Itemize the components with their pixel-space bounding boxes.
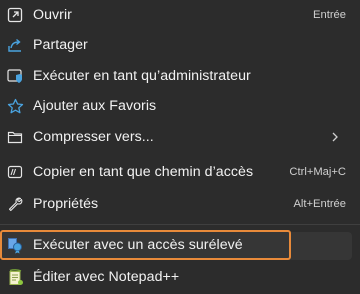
- menu-item-shortcut: Entrée: [313, 9, 346, 21]
- menu-item-label: Copier en tant que chemin d’accès: [33, 164, 254, 180]
- focus-outline: [0, 230, 291, 260]
- menu-item-label: Exécuter en tant qu’administrateur: [33, 68, 251, 84]
- menu-item-label: Éditer avec Notepad++: [33, 269, 180, 285]
- menu-item-add-favorites[interactable]: Ajouter aux Favoris: [0, 91, 356, 121]
- menu-item-compress[interactable]: Compresser vers...: [0, 122, 356, 152]
- menu-item-shortcut: Alt+Entrée: [293, 198, 346, 210]
- copy-path-icon: [6, 163, 24, 181]
- notepad-plus-plus-icon: [6, 268, 24, 286]
- menu-item-shortcut: Ctrl+Maj+C: [289, 166, 346, 178]
- menu-item-label: Partager: [33, 37, 88, 53]
- star-icon: [6, 97, 24, 115]
- open-icon: [6, 6, 24, 24]
- menu-item-label: Propriétés: [33, 196, 99, 212]
- menu-item-properties[interactable]: Propriétés Alt+Entrée: [0, 189, 356, 219]
- share-icon: [6, 36, 24, 54]
- wrench-icon: [6, 195, 24, 213]
- chevron-right-icon: [330, 131, 340, 143]
- zip-folder-icon: [6, 128, 24, 146]
- menu-item-label: Ajouter aux Favoris: [33, 98, 157, 114]
- menu-item-copy-path[interactable]: Copier en tant que chemin d’accès Ctrl+M…: [0, 157, 356, 187]
- menu-item-share[interactable]: Partager: [0, 30, 356, 60]
- menu-item-run-as-admin[interactable]: Exécuter en tant qu’administrateur: [0, 61, 356, 91]
- context-menu: Ouvrir Entrée Partager Exécuter en tant …: [0, 0, 360, 294]
- menu-item-label: Ouvrir: [33, 7, 72, 23]
- menu-item-open[interactable]: Ouvrir Entrée: [0, 0, 356, 30]
- menu-item-label: Compresser vers...: [33, 129, 154, 145]
- menu-item-notepad-plus-plus[interactable]: Éditer avec Notepad++: [0, 262, 356, 292]
- menu-divider: [0, 224, 360, 225]
- run-as-admin-icon: [6, 67, 24, 85]
